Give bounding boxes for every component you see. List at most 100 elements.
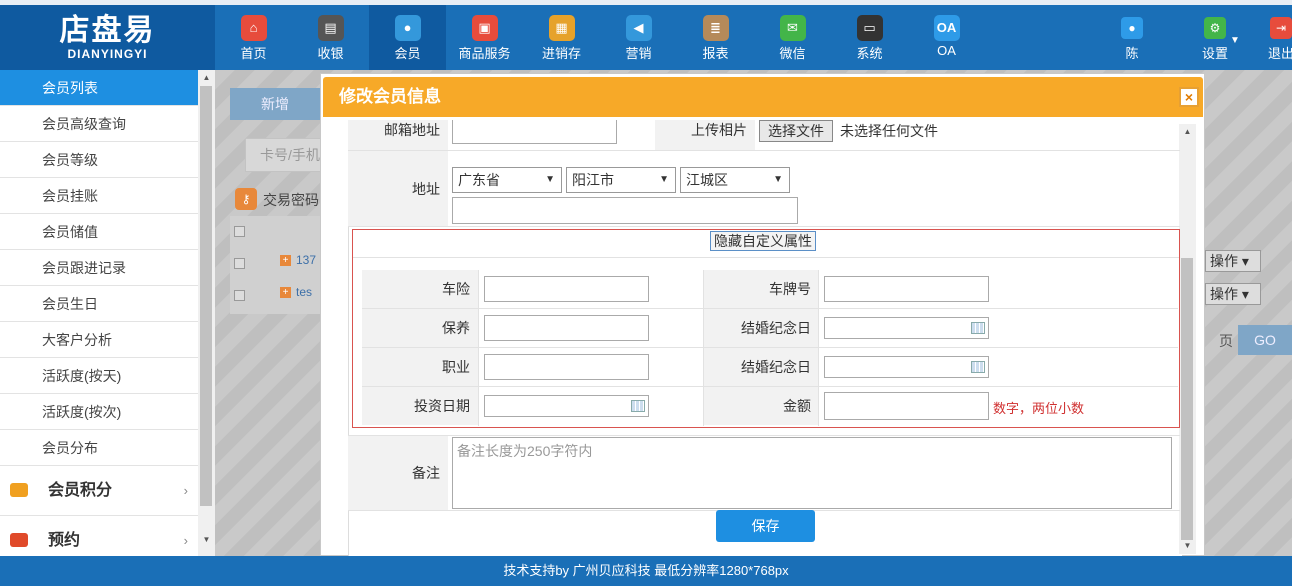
sidebar-item[interactable]: 会员跟进记录 [0, 250, 198, 286]
modal-scrollbar[interactable]: ▲ ▼ [1179, 124, 1196, 554]
sidebar-item[interactable]: 活跃度(按天) [0, 358, 198, 394]
choose-file-button[interactable]: 选择文件 [759, 120, 833, 142]
wedding-anniversary-date-field[interactable] [824, 317, 989, 339]
city-value: 阳江市 [572, 172, 614, 188]
scroll-up-arrow[interactable]: ▲ [198, 70, 215, 86]
wechat-icon: ✉ [779, 15, 806, 41]
sidebar-item[interactable]: 会员列表 [0, 70, 198, 106]
nav-item-9[interactable]: OA OA [908, 5, 985, 70]
tag-icon [10, 483, 28, 497]
remark-label: 备注 [348, 436, 448, 510]
sidebar-item[interactable]: 会员储值 [0, 214, 198, 250]
nav-item-0[interactable]: ⌂ 首页 [215, 5, 292, 70]
operation-dropdown[interactable]: 操作 ▾ [1205, 283, 1261, 305]
nav-item-7[interactable]: ✉ 微信 [754, 5, 831, 70]
scroll-thumb[interactable] [1181, 258, 1193, 540]
new-button[interactable]: 新增 [230, 88, 320, 120]
home-icon: ⌂ [240, 15, 267, 41]
nav-item-3[interactable]: ▣ 商品服务 [446, 5, 523, 70]
nav-item-5[interactable]: ◀ 营销 [600, 5, 677, 70]
plate-number-label: 车牌号 [703, 270, 819, 308]
calendar-icon[interactable] [971, 322, 985, 334]
sidebar-item[interactable]: 会员生日 [0, 286, 198, 322]
table-cell[interactable]: tes [296, 285, 312, 299]
occupation-field[interactable] [484, 354, 649, 380]
district-select[interactable]: 江城区 ▼ [680, 167, 790, 193]
sidebar-item[interactable]: 活跃度(按次) [0, 394, 198, 430]
plate-number-field[interactable] [824, 276, 989, 302]
inventory-icon: ▦ [548, 15, 575, 41]
occupation-label: 职业 [362, 348, 478, 386]
nav-label: 商品服务 [458, 46, 511, 61]
wedding-anniversary-date-field[interactable] [824, 356, 989, 378]
checkbox[interactable] [234, 290, 245, 301]
sidebar-group[interactable]: 会员积分 › [0, 466, 198, 516]
checkbox[interactable] [234, 226, 245, 237]
toggle-custom-attributes-button[interactable]: 隐藏自定义属性 [710, 231, 816, 251]
scroll-down-arrow[interactable]: ▼ [198, 532, 215, 548]
address-detail-field[interactable] [452, 197, 798, 224]
monitor-icon: ▭ [856, 15, 883, 41]
sidebar-item[interactable]: 会员等级 [0, 142, 198, 178]
nav-label: 首页 [240, 46, 267, 61]
sidebar-scrollbar[interactable]: ▲ ▼ [198, 70, 215, 556]
nav-item-4[interactable]: ▦ 进销存 [523, 5, 600, 70]
file-status: 未选择任何文件 [840, 123, 938, 139]
operation-dropdown[interactable]: 操作 ▾ [1205, 250, 1261, 272]
nav-label: 系统 [856, 46, 883, 61]
nav-label: 进销存 [541, 46, 581, 61]
user-menu[interactable]: ● 陈 [1114, 5, 1150, 70]
logout-button[interactable]: ⇥ 退出 [1266, 5, 1292, 70]
scroll-thumb[interactable] [200, 86, 212, 506]
megaphone-icon: ◀ [625, 15, 652, 41]
table-cell[interactable]: 137 [296, 253, 316, 267]
user-icon: ● [1121, 17, 1143, 39]
remark-textarea[interactable]: 备注长度为250字符内 [452, 437, 1172, 509]
modal-header: 修改会员信息 × [323, 77, 1203, 117]
upload-photo-label: 上传相片 [655, 120, 755, 150]
wedding-anniversary-label: 结婚纪念日 [703, 309, 819, 347]
sidebar-item[interactable]: 会员挂账 [0, 178, 198, 214]
address-label: 地址 [348, 151, 448, 227]
save-button[interactable]: 保存 [716, 510, 815, 542]
footer: 技术支持by 广州贝应科技 最低分辨率1280*768px [0, 556, 1292, 586]
car-insurance-label: 车险 [362, 270, 478, 308]
logo-text: 店盘易 [59, 12, 156, 48]
maintenance-field[interactable] [484, 315, 649, 341]
nav-item-8[interactable]: ▭ 系统 [831, 5, 908, 70]
wedding-anniversary-label: 结婚纪念日 [703, 348, 819, 386]
sidebar-item[interactable]: 会员分布 [0, 430, 198, 466]
go-button[interactable]: GO [1238, 325, 1292, 355]
divider [348, 435, 1180, 436]
sidebar-item[interactable]: 大客户分析 [0, 322, 198, 358]
nav-item-6[interactable]: ≣ 报表 [677, 5, 754, 70]
amount-field[interactable] [824, 392, 989, 420]
page-label: 页 [1219, 333, 1233, 349]
car-insurance-field[interactable] [484, 276, 649, 302]
settings-menu[interactable]: ⚙ 设置 ▼ [1190, 5, 1240, 70]
city-select[interactable]: 阳江市 ▼ [566, 167, 676, 193]
province-select[interactable]: 广东省 ▼ [452, 167, 562, 193]
gear-icon: ⚙ [1204, 17, 1226, 39]
nav-item-2[interactable]: ● 会员 [369, 5, 446, 70]
calendar-icon[interactable] [631, 400, 645, 412]
chevron-down-icon: ▼ [545, 174, 555, 185]
calendar-icon[interactable] [971, 361, 985, 373]
search-input[interactable]: 卡号/手机 [245, 138, 325, 172]
member-table-stub: + 137 + tes [230, 216, 322, 314]
investment-date-field[interactable] [484, 395, 649, 417]
expand-icon[interactable]: + [280, 287, 291, 298]
divider [818, 270, 819, 426]
email-field[interactable] [452, 120, 617, 144]
checkbox[interactable] [234, 258, 245, 269]
scroll-down-arrow[interactable]: ▼ [1179, 538, 1196, 554]
sidebar-item[interactable]: 会员高级查询 [0, 106, 198, 142]
nav-label: 营销 [625, 46, 652, 61]
scroll-up-arrow[interactable]: ▲ [1179, 124, 1196, 140]
nav-label: 报表 [702, 46, 729, 61]
nav-item-1[interactable]: ▤ 收银 [292, 5, 369, 70]
expand-icon[interactable]: + [280, 255, 291, 266]
sidebar-group-label: 预约 [48, 532, 81, 549]
close-icon[interactable]: × [1179, 87, 1199, 107]
top-navbar: 店盘易 DIANYINGYI ⌂ 首页 ▤ 收银 ● 会员 ▣ 商品服务 ▦ 进销存 ◀ 营销 ≣ 报表 ✉… [0, 0, 1292, 70]
